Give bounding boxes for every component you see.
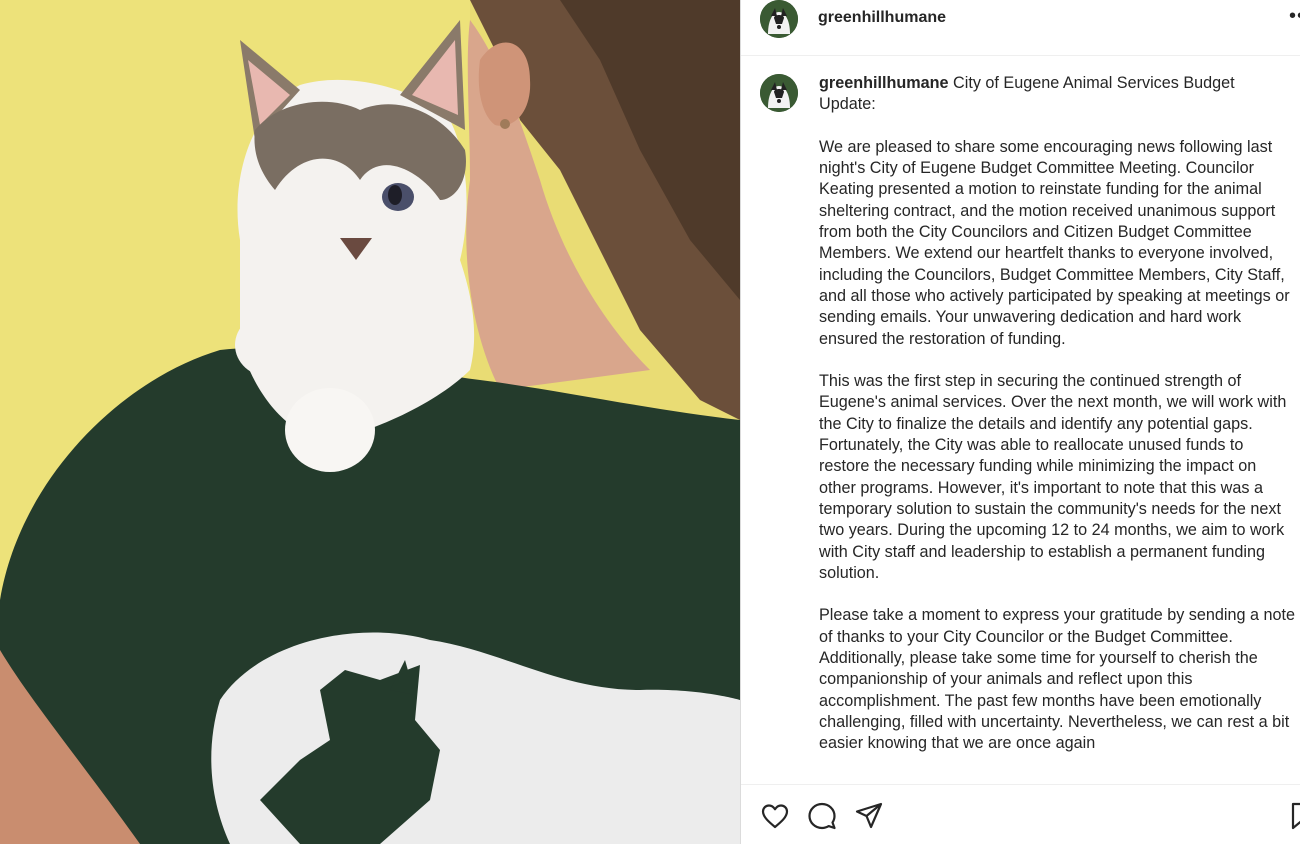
- caption-heading: greenhillhumane City of Eugene Animal Se…: [819, 73, 1295, 116]
- heart-icon[interactable]: [760, 801, 790, 831]
- dog-avatar-icon: [760, 74, 798, 112]
- kitten-on-shoulder-image: [0, 0, 740, 844]
- post-detail-panel: greenhillhumane ••• greenhillhumane City…: [740, 0, 1300, 844]
- caption-area: greenhillhumane City of Eugene Animal Se…: [741, 56, 1300, 784]
- caption-username[interactable]: greenhillhumane: [819, 74, 949, 92]
- share-icon[interactable]: [854, 801, 884, 831]
- caption-paragraph: Please take a moment to express your gra…: [819, 606, 1296, 753]
- post-author-username[interactable]: greenhillhumane: [818, 9, 946, 27]
- avatar[interactable]: [760, 74, 798, 112]
- post-caption: greenhillhumane City of Eugene Animal Se…: [819, 73, 1295, 776]
- avatar[interactable]: [760, 0, 798, 38]
- post-photo[interactable]: [0, 0, 740, 844]
- caption-paragraph: This was the first step in securing the …: [819, 372, 1287, 582]
- post-actions-bar: [741, 784, 1300, 844]
- post-header: greenhillhumane •••: [741, 0, 1300, 56]
- comment-icon[interactable]: [807, 801, 837, 831]
- more-options-icon[interactable]: •••: [1289, 6, 1300, 26]
- caption-paragraph: We are pleased to share some encouraging…: [819, 137, 1290, 348]
- bookmark-icon[interactable]: [1289, 801, 1300, 831]
- dog-avatar-icon: [760, 0, 798, 38]
